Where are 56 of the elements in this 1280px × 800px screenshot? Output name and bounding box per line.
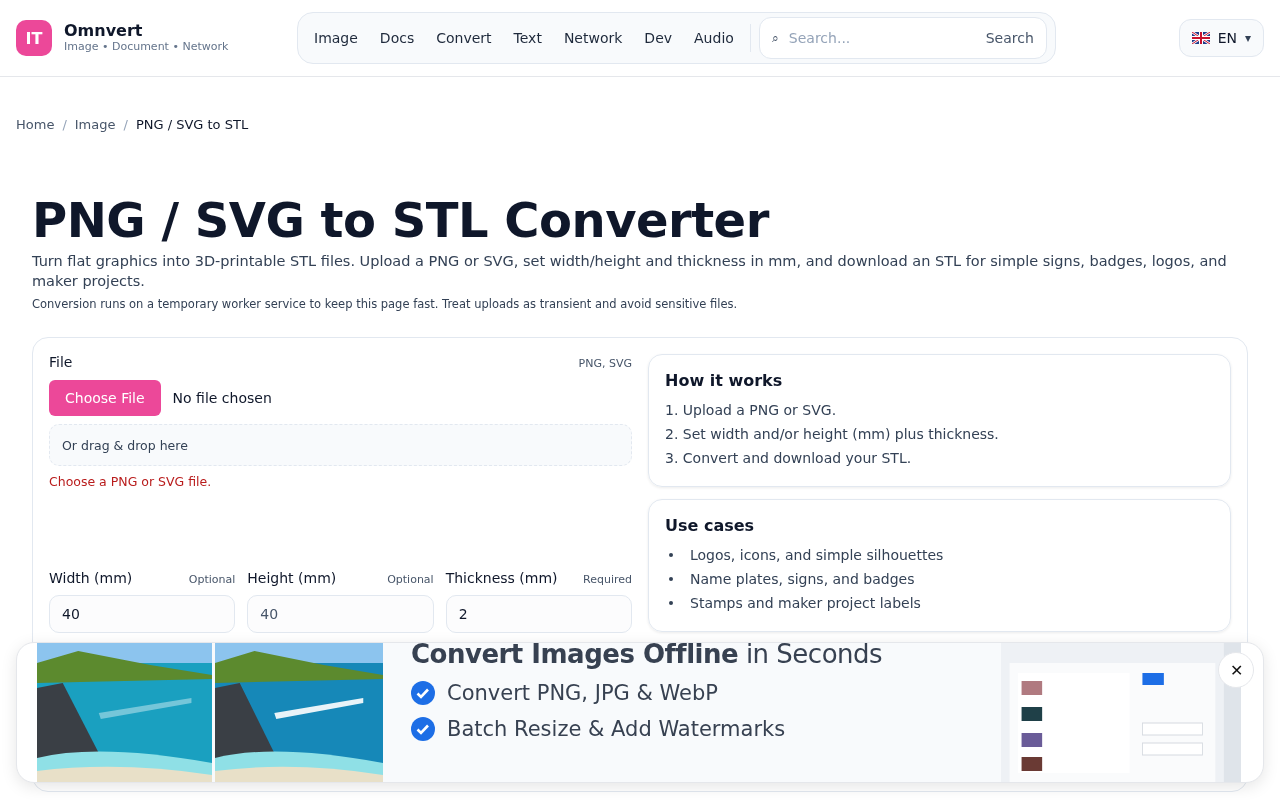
list-item: Stamps and maker project labels: [690, 594, 921, 613]
check-icon: [411, 717, 435, 741]
breadcrumb-separator: /: [123, 117, 128, 132]
number-input[interactable]: 2: [445, 595, 632, 633]
nav-link[interactable]: Text: [502, 22, 553, 54]
choose-file-button[interactable]: Choose File: [49, 380, 161, 416]
nav-link[interactable]: Image: [303, 22, 369, 54]
search-button[interactable]: Search: [985, 30, 1034, 46]
search-field[interactable]: ⌕ Search... Search: [758, 17, 1047, 59]
drop-zone[interactable]: Or drag & drop here: [49, 424, 632, 466]
breadcrumb-link[interactable]: Home: [16, 117, 55, 132]
field-label: Width (mm): [49, 570, 133, 586]
brand-name: Omnvert: [64, 22, 144, 40]
field-label: Height (mm): [247, 570, 337, 586]
ad-headline: Convert Images Offline in Seconds: [411, 643, 884, 669]
flag-icon: [1191, 32, 1210, 44]
bullet-icon: [669, 577, 673, 581]
ad-feature: Convert PNG, JPG & WebP: [447, 681, 718, 705]
field-hint: Optional: [387, 573, 434, 586]
page-description: Turn flat graphics into 3D-printable STL files. Upload a PNG or SVG, set width/height and thickness in mm, and download an STL for simple signs, badges, logos, and maker projects.: [32, 252, 1228, 291]
breadcrumb-separator: /: [62, 117, 67, 132]
card-title: Use cases: [665, 516, 756, 535]
nav-link[interactable]: Docs: [368, 22, 426, 54]
logo[interactable]: IT: [16, 20, 52, 56]
brand-tagline: Image • Document • Network: [64, 40, 229, 54]
check-icon: [411, 681, 435, 705]
field-hint: Required: [583, 573, 632, 586]
bullet-icon: [669, 553, 673, 557]
nav-link[interactable]: Convert: [425, 22, 503, 54]
breadcrumb-link[interactable]: Image: [74, 117, 116, 132]
search-icon: ⌕: [771, 31, 779, 45]
nav-link[interactable]: Network: [552, 22, 634, 54]
list-item: 1. Upload a PNG or SVG.: [665, 401, 837, 420]
bullet-icon: [669, 601, 673, 605]
privacy-note: Conversion runs on a temporary worker service to keep this page fast. Treat uploads as transient and avoid sensitive files.: [32, 297, 739, 311]
file-status: No file chosen: [172, 390, 272, 406]
field-label: File: [49, 354, 73, 370]
error-message: Choose a PNG or SVG file.: [49, 474, 213, 489]
format-hint: PNG, SVG: [578, 357, 632, 370]
nav-link[interactable]: Dev: [633, 22, 684, 54]
list-item: Logos, icons, and simple silhouettes: [690, 546, 944, 565]
list-item: Name plates, signs, and badges: [690, 570, 915, 589]
list-item: 3. Convert and download your STL.: [665, 449, 912, 468]
ad-banner[interactable]: Convert Images Offline in Seconds Convert PNG, JPG & WebP Batch Resize & Add Watermarks ✕: [16, 642, 1264, 783]
card-title: How it works: [665, 371, 784, 390]
number-input[interactable]: 40: [247, 595, 434, 633]
close-button[interactable]: ✕: [1218, 652, 1254, 688]
number-input[interactable]: 40: [49, 595, 236, 633]
field-label: Thickness (mm): [445, 570, 558, 586]
page-title: PNG / SVG to STL Converter: [32, 194, 771, 246]
nav-link[interactable]: Audio: [683, 22, 745, 54]
ad-feature: Batch Resize & Add Watermarks: [447, 717, 786, 741]
field-hint: Optional: [188, 573, 236, 586]
breadcrumb-link[interactable]: PNG / SVG to STL: [135, 117, 249, 132]
language-button[interactable]: EN ▾: [1178, 19, 1264, 57]
list-item: 2. Set width and/or height (mm) plus thickness.: [665, 425, 999, 444]
